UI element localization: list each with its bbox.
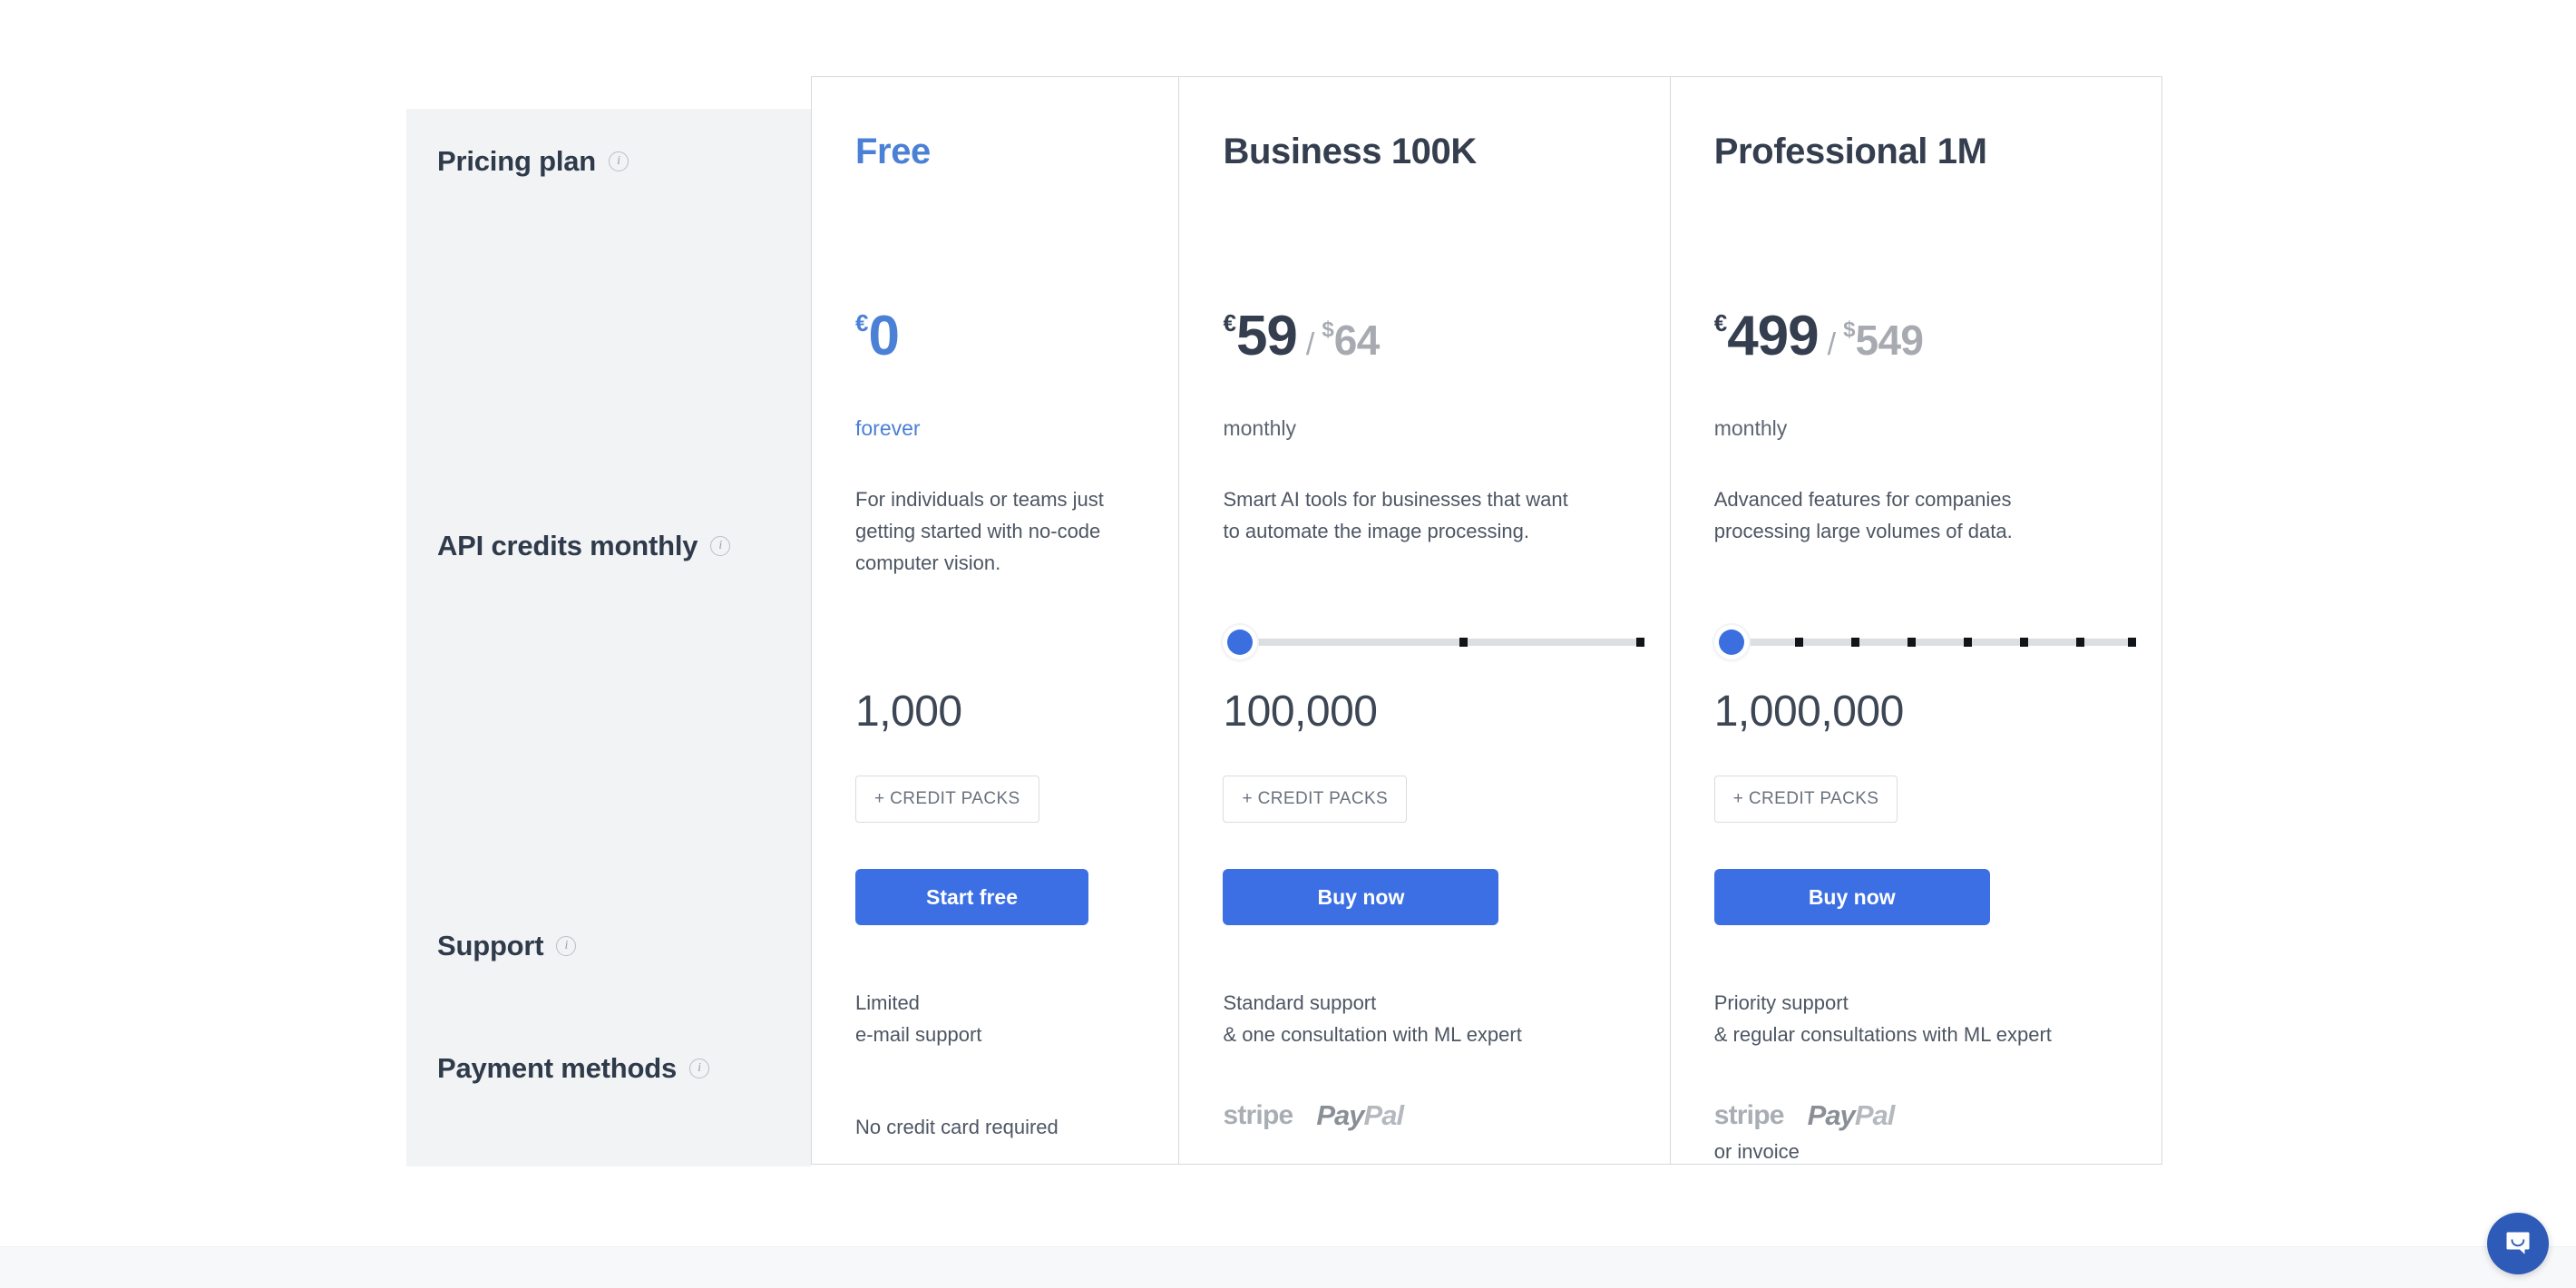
- info-icon[interactable]: i: [689, 1059, 710, 1078]
- price-alt-currency: $: [1322, 317, 1334, 342]
- pricing-plans-table: Free € 0 forever For individuals or team…: [811, 76, 2162, 1165]
- stripe-logo: stripe: [1713, 1100, 1785, 1130]
- plan-description: Advanced features for companies processi…: [1713, 488, 2013, 542]
- price-currency: €: [855, 309, 869, 337]
- credits-slider-professional[interactable]: [1713, 621, 2136, 663]
- feature-label-support: Support i: [437, 930, 577, 962]
- invoice-note: or invoice: [1713, 1140, 1800, 1163]
- plan-support: Standard support & one consultation with…: [1223, 987, 1521, 1050]
- paypal-logo-part1: Pay: [1807, 1099, 1856, 1131]
- info-icon[interactable]: i: [556, 936, 577, 956]
- slider-rail[interactable]: [1248, 639, 1641, 646]
- price-separator: /: [1827, 327, 1837, 362]
- price-amount: 0: [868, 305, 899, 367]
- support-line-1: Priority support: [1713, 991, 1849, 1014]
- slider-tick: [1459, 638, 1469, 647]
- feature-label-text: Support: [437, 930, 544, 961]
- price-amount: 59: [1235, 305, 1298, 367]
- plan-support: Limited e-mail support: [855, 987, 981, 1050]
- plan-column-free: Free € 0 forever For individuals or team…: [812, 77, 1180, 1164]
- slider-tick: [2075, 638, 2084, 647]
- slider-tick: [2127, 638, 2136, 647]
- price-alt-amount: 64: [1333, 317, 1381, 364]
- pricing-page: Pricing plan i API credits monthly i Sup…: [0, 0, 2576, 1288]
- payment-note: No credit card required: [855, 1116, 1059, 1138]
- slider-tick: [1850, 638, 1859, 647]
- feature-label-text: Pricing plan: [437, 145, 597, 177]
- plan-description: Smart AI tools for businesses that want …: [1223, 488, 1568, 542]
- chat-bubble-icon: [2506, 1232, 2530, 1254]
- buy-now-button[interactable]: Buy now: [1223, 869, 1499, 925]
- intercom-chat-launcher[interactable]: [2487, 1213, 2549, 1274]
- feature-label-pricing-plan: Pricing plan i: [437, 145, 629, 178]
- paypal-logo: PayPal: [1807, 1099, 1896, 1132]
- support-line-1: Standard support: [1223, 991, 1377, 1014]
- feature-labels-column: Pricing plan i API credits monthly i Sup…: [406, 109, 811, 1166]
- feature-label-api-credits-monthly: API credits monthly i: [437, 530, 731, 562]
- support-line-2: & regular consultations with ML expert: [1713, 1023, 2052, 1046]
- buy-now-button[interactable]: Buy now: [1713, 869, 1990, 925]
- payment-logos: stripe PayPal: [1713, 1098, 1896, 1134]
- page-bottom-strip: [0, 1246, 2576, 1288]
- price-period: monthly: [1713, 416, 1788, 440]
- credit-packs-button[interactable]: + CREDIT PACKS: [1223, 776, 1408, 823]
- plan-description: For individuals or teams just getting st…: [855, 488, 1104, 574]
- feature-label-text: Payment methods: [437, 1052, 678, 1084]
- plan-column-professional: Professional 1M € 499 / $ 549 monthly Ad…: [1671, 77, 2161, 1164]
- paypal-logo-part2: Pal: [1854, 1099, 1896, 1131]
- plan-price: € 59 / $ 64: [1223, 304, 1381, 368]
- paypal-logo-part1: Pay: [1316, 1099, 1364, 1131]
- plan-title: Free: [855, 132, 931, 171]
- info-icon[interactable]: i: [710, 536, 731, 556]
- slider-tick: [1636, 638, 1645, 647]
- price-separator: /: [1305, 327, 1315, 362]
- price-alt-currency: $: [1843, 317, 1856, 342]
- plan-support: Priority support & regular consultations…: [1714, 987, 2052, 1050]
- feature-label-text: API credits monthly: [437, 530, 698, 561]
- credits-slider-business[interactable]: [1223, 621, 1645, 663]
- plan-column-business: Business 100K € 59 / $ 64 monthly Smart …: [1179, 77, 1671, 1164]
- slider-tick: [1907, 638, 1916, 647]
- plan-credits-value: 1,000,000: [1713, 688, 1905, 736]
- slider-thumb[interactable]: [1223, 625, 1258, 659]
- slider-tick: [2019, 638, 2028, 647]
- slider-tick: [1963, 638, 1972, 647]
- credit-packs-button[interactable]: + CREDIT PACKS: [1713, 776, 1898, 823]
- price-currency: €: [1223, 309, 1236, 337]
- support-line-1: Limited: [855, 991, 920, 1014]
- feature-label-payment-methods: Payment methods i: [437, 1052, 710, 1085]
- paypal-logo: PayPal: [1316, 1099, 1405, 1132]
- price-period: forever: [855, 416, 921, 440]
- info-icon[interactable]: i: [609, 151, 629, 171]
- plan-credits-value: 100,000: [1223, 688, 1378, 736]
- price-amount: 499: [1727, 305, 1819, 367]
- slider-thumb[interactable]: [1713, 625, 1749, 659]
- plan-credits-value: 1,000: [855, 688, 962, 736]
- plan-title: Professional 1M: [1713, 132, 1987, 171]
- credit-packs-button[interactable]: + CREDIT PACKS: [855, 776, 1039, 823]
- price-period: monthly: [1223, 416, 1297, 440]
- support-line-2: & one consultation with ML expert: [1223, 1023, 1522, 1046]
- payment-logos: stripe PayPal: [1223, 1098, 1405, 1134]
- plan-price: € 499 / $ 549: [1714, 304, 1924, 368]
- slider-tick: [1794, 638, 1803, 647]
- start-free-button[interactable]: Start free: [855, 869, 1088, 925]
- stripe-logo: stripe: [1223, 1100, 1293, 1130]
- price-currency: €: [1713, 309, 1728, 337]
- plan-price: € 0: [855, 304, 900, 368]
- support-line-2: e-mail support: [855, 1023, 982, 1046]
- plan-title: Business 100K: [1223, 132, 1477, 171]
- paypal-logo-part2: Pal: [1363, 1099, 1405, 1131]
- price-alt-amount: 549: [1855, 317, 1924, 364]
